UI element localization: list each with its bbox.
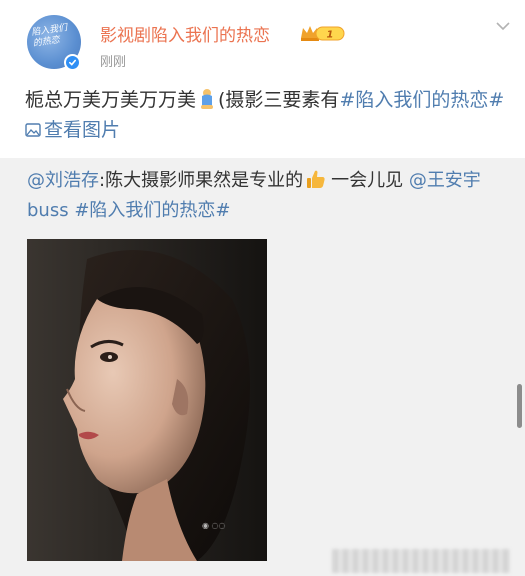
scrollbar[interactable]	[517, 384, 522, 428]
topic-link[interactable]: #陷入我们的热恋#	[339, 89, 504, 111]
portrait-image	[27, 239, 267, 561]
repost-body: @刘浩存:陈大摄影师果然是专业的 一会儿见 @王安宇buss #陷入我们的热恋#	[27, 166, 507, 226]
chevron-down-icon[interactable]	[496, 20, 510, 32]
thumbs-up-icon	[307, 170, 325, 188]
picture-icon	[25, 123, 41, 137]
vip-level: 1	[327, 30, 334, 41]
repost-text-1: :陈大摄影师果然是专业的	[99, 170, 304, 191]
view-images-label: 查看图片	[44, 119, 121, 141]
verified-check-icon	[64, 54, 81, 71]
crown-vip-icon[interactable]: 1	[300, 24, 346, 42]
post-card: 陷入我们的热恋 影视剧陷入我们的热恋 1 刚刚 栀总万美万美万万美 (摄影三要素有…	[0, 0, 525, 158]
photo-watermark-icon: ◉ ◌◌	[202, 521, 226, 530]
post-time: 刚刚	[100, 55, 127, 70]
repost-topic-link[interactable]: #陷入我们的热恋#	[74, 200, 230, 221]
repost-text-2: 一会儿见	[331, 170, 404, 191]
view-images-link[interactable]: 查看图片	[25, 119, 120, 141]
emoji-figure-icon	[201, 89, 214, 109]
post-text-2: (摄影三要素有	[218, 89, 340, 111]
post-photo[interactable]	[27, 239, 267, 561]
redacted-text-block	[332, 549, 510, 573]
post-body: 栀总万美万美万万美 (摄影三要素有#陷入我们的热恋# 查看图片	[25, 85, 515, 145]
mention-liuhaocun[interactable]: @刘浩存	[27, 170, 99, 191]
author-name[interactable]: 影视剧陷入我们的热恋	[100, 21, 270, 46]
post-text-1: 栀总万美万美万万美	[25, 89, 197, 111]
